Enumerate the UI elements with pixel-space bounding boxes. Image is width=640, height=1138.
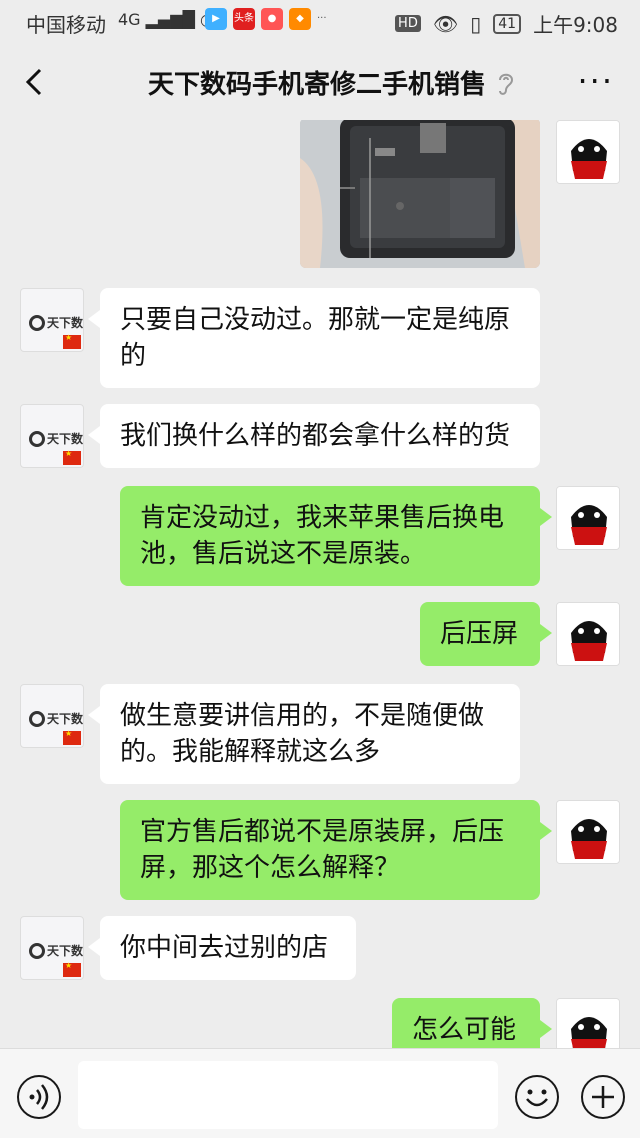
- china-flag-icon: [63, 333, 81, 349]
- chat-header: 天下数码手机寄修二手机销售 ···: [0, 44, 640, 120]
- shop-avatar[interactable]: 天下数码: [20, 684, 84, 748]
- shop-app-icon: ◆: [289, 8, 311, 30]
- earpiece-mode-icon: [499, 73, 514, 95]
- shop-avatar[interactable]: 天下数码: [20, 916, 84, 980]
- my-avatar[interactable]: [556, 800, 620, 864]
- shop-logo-text: 天下数码: [47, 944, 84, 958]
- add-button[interactable]: [581, 1075, 625, 1119]
- message-bubble-outgoing[interactable]: 肯定没动过，我来苹果售后换电池，售后说这不是原装。: [120, 486, 552, 586]
- phone-photo-image: [300, 120, 540, 268]
- china-flag-icon: [63, 449, 81, 465]
- battery-indicator: 41: [493, 13, 522, 34]
- more-dots-icon: ···: [577, 62, 614, 100]
- shop-logo-icon: [29, 431, 45, 447]
- carrier-label: 中国移动: [26, 13, 106, 37]
- shop-logo-icon: [29, 711, 45, 727]
- status-bar: 中国移动 4G ▂▄▆█ ◔ ▶ 头条 ● ◆ ··· HD 👁 ▯ 41 上午…: [0, 0, 640, 44]
- china-flag-icon: [63, 961, 81, 977]
- message-bubble-outgoing[interactable]: 后压屏: [420, 602, 552, 666]
- my-avatar[interactable]: [556, 998, 620, 1048]
- message-bubble-incoming[interactable]: 你中间去过别的店: [88, 916, 356, 980]
- clock: 上午9:08: [533, 13, 618, 37]
- eye-icon: 👁: [432, 11, 459, 36]
- message-bubble-incoming[interactable]: 我们换什么样的都会拿什么样的货: [88, 404, 540, 468]
- avatar-image: [557, 801, 619, 863]
- plus-icon: [592, 1086, 614, 1108]
- vibrate-icon: ▯: [470, 11, 482, 36]
- avatar-image: [557, 487, 619, 549]
- input-bar: [0, 1048, 640, 1138]
- shop-avatar[interactable]: 天下数码: [20, 404, 84, 468]
- map-app-icon: ●: [261, 8, 283, 30]
- message-bubble-incoming[interactable]: 做生意要讲信用的，不是随便做的。我能解释就这么多: [88, 684, 520, 784]
- message-list[interactable]: 天下数码 只要自己没动过。那就一定是纯原的 天下数码 我们换什么样的都会拿什么样…: [0, 120, 640, 1048]
- avatar-image: [557, 999, 619, 1048]
- my-avatar[interactable]: [556, 486, 620, 550]
- my-avatar[interactable]: [556, 120, 620, 184]
- shop-logo-text: 天下数码: [47, 432, 84, 446]
- chat-title: 天下数码手机寄修二手机销售: [147, 70, 486, 100]
- image-message[interactable]: [300, 120, 540, 268]
- more-notifications-icon: ···: [317, 13, 327, 24]
- china-flag-icon: [63, 729, 81, 745]
- avatar-image: [557, 121, 619, 183]
- hd-badge: HD: [395, 15, 421, 32]
- message-bubble-outgoing[interactable]: 官方售后都说不是原装屏，后压屏，那这个怎么解释？: [120, 800, 552, 900]
- more-button[interactable]: ···: [577, 65, 614, 97]
- emoji-button[interactable]: [515, 1075, 559, 1119]
- shop-logo-icon: [29, 943, 45, 959]
- shop-logo-text: 天下数码: [47, 316, 84, 330]
- shop-logo-icon: [29, 315, 45, 331]
- toutiao-app-icon: 头条: [233, 8, 255, 30]
- network-label: 4G: [118, 10, 141, 29]
- voice-button[interactable]: [17, 1075, 61, 1119]
- message-input[interactable]: [78, 1061, 498, 1129]
- my-avatar[interactable]: [556, 602, 620, 666]
- signal-icon: 4G ▂▄▆█ ◔: [118, 10, 214, 29]
- notification-icons: ▶ 头条 ● ◆ ···: [205, 8, 327, 30]
- video-app-icon: ▶: [205, 8, 227, 30]
- message-bubble-incoming[interactable]: 只要自己没动过。那就一定是纯原的: [88, 288, 540, 388]
- emoji-icon: [526, 1089, 548, 1107]
- voice-icon: [29, 1084, 49, 1110]
- avatar-image: [557, 603, 619, 665]
- message-bubble-outgoing[interactable]: 怎么可能: [392, 998, 552, 1048]
- shop-avatar[interactable]: 天下数码: [20, 288, 84, 352]
- shop-logo-text: 天下数码: [47, 712, 84, 726]
